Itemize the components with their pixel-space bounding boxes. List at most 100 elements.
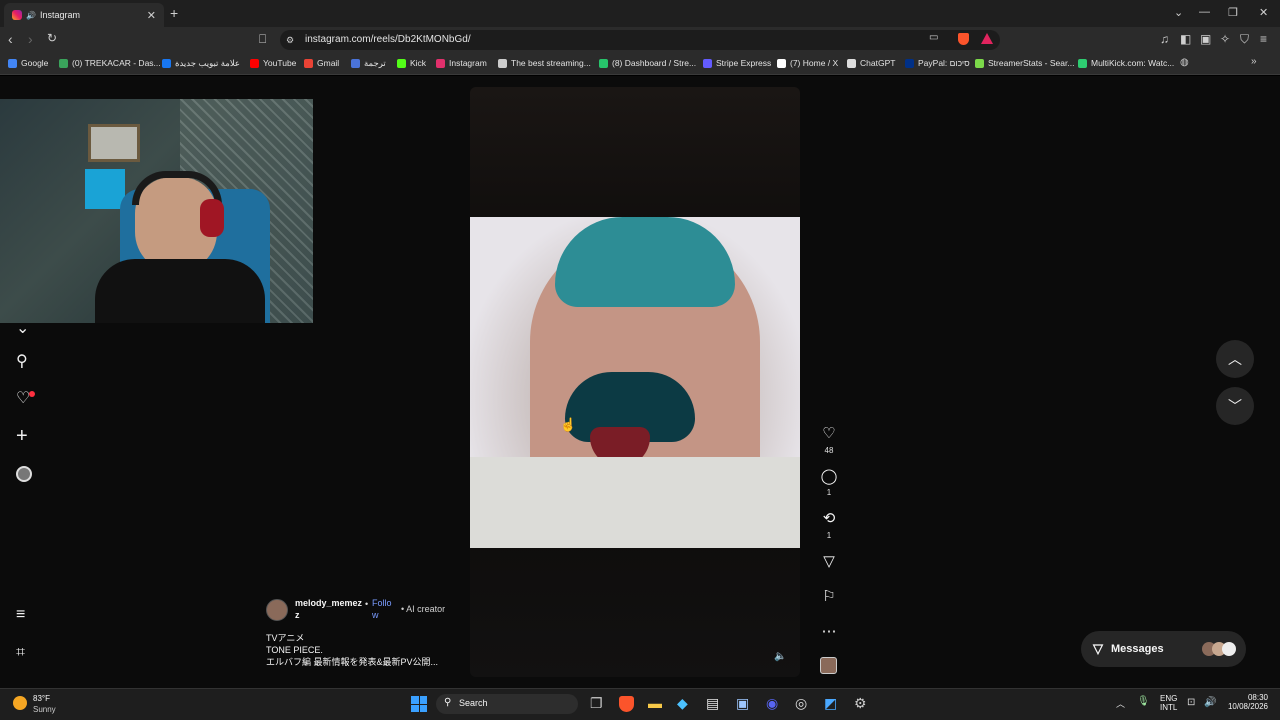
network-icon[interactable]: ⊡ (1187, 697, 1195, 708)
nav-partial-icon[interactable]: ⌄ (16, 318, 29, 338)
bookmark-item[interactable]: YouTube (250, 58, 296, 68)
globe-icon[interactable]: ◍ (1180, 57, 1189, 68)
media-icon[interactable]: ♫ (1160, 32, 1169, 46)
bookmark-label: Google (21, 58, 49, 68)
creator-username-tail[interactable]: z (295, 610, 300, 620)
wallet-icon[interactable]: ▣ (1200, 32, 1211, 46)
vpn-icon[interactable]: ⛉ (1240, 32, 1249, 47)
start-windows-icon[interactable] (411, 696, 427, 712)
tray-overflow-icon[interactable]: ︿ (1116, 697, 1125, 710)
bookmark-item[interactable]: Stripe Express (703, 58, 771, 68)
brave-taskbar-icon[interactable] (619, 696, 634, 712)
forward-icon[interactable]: › (28, 31, 33, 47)
follow-button[interactable]: Follo (372, 598, 392, 608)
comment-icon[interactable]: ◯ (818, 467, 840, 485)
store-icon[interactable]: ▤ (706, 695, 719, 712)
brave-shield-icon[interactable] (958, 33, 969, 45)
search-icon[interactable]: ⚲ (16, 351, 28, 371)
close-window-button[interactable]: ✕ (1259, 6, 1268, 19)
bookmark-favicon-icon (250, 58, 259, 68)
url-text[interactable]: instagram.com/reels/Db2KtMONbGd/ (305, 34, 471, 45)
create-icon[interactable]: + (16, 425, 28, 448)
previous-reel-button[interactable]: ︿ (1216, 340, 1254, 378)
notifications-heart-icon[interactable]: ♡ (16, 388, 30, 408)
bookmark-item[interactable]: Gmail (304, 58, 339, 68)
caption-line: TONE PIECE. (266, 645, 323, 655)
bookmark-favicon-icon (847, 58, 856, 68)
separator-dot: • (365, 599, 369, 609)
tab-close-icon[interactable]: ✕ (147, 9, 156, 22)
bookmark-item[interactable]: StreamerStats - Sear... (975, 58, 1074, 68)
site-info-icon[interactable]: ⚙ (286, 35, 294, 46)
tab-instagram[interactable]: 🔊 Instagram ✕ (4, 3, 164, 27)
bookmark-item[interactable]: (0) TREKACAR - Das... (59, 58, 161, 68)
chevron-down-icon: ﹀ (1228, 398, 1242, 414)
app-icon[interactable]: ▣ (736, 695, 749, 712)
creator-avatar[interactable] (266, 599, 288, 621)
follow-button-tail[interactable]: w (372, 610, 379, 620)
share-icon[interactable]: ▽ (818, 552, 840, 570)
minimize-button[interactable]: — (1199, 6, 1210, 18)
new-tab-button[interactable]: + (170, 5, 178, 21)
back-icon[interactable]: ‹ (8, 31, 13, 47)
language-indicator[interactable]: ENG INTL (1160, 694, 1177, 712)
also-from-meta-icon[interactable]: ⌗ (16, 644, 25, 662)
reload-icon[interactable]: ↻ (47, 31, 57, 45)
volume-icon[interactable]: 🔈 (774, 651, 786, 662)
weather-sun-icon[interactable] (13, 696, 27, 710)
file-explorer-icon[interactable]: ▬ (648, 695, 662, 711)
bookmark-label: PayPal: סיכום (918, 58, 970, 68)
task-view-icon[interactable]: ❐ (590, 695, 603, 712)
settings-gear-icon[interactable]: ⚙ (854, 695, 867, 712)
reel-video-frame[interactable] (470, 217, 800, 548)
bookmark-label: Gmail (317, 58, 340, 68)
volume-tray-icon[interactable]: 🔊 (1204, 697, 1216, 708)
clock[interactable]: 08:30 10/08/2026 (1226, 693, 1268, 711)
bookmark-item[interactable]: Instagram (436, 58, 487, 68)
repost-icon[interactable]: ⟲ (818, 509, 840, 527)
bookmark-item[interactable]: ChatGPT (847, 58, 895, 68)
bookmark-item[interactable]: (8) Dashboard / Stre... (599, 58, 696, 68)
bookmark-item[interactable]: علامة تبويب جديدة (162, 58, 240, 69)
chrome-icon[interactable]: ◎ (795, 695, 807, 712)
bookmark-item[interactable]: ترجمة (351, 58, 386, 69)
bookmark-item[interactable]: PayPal: סיכום (905, 58, 970, 68)
sidebar-icon[interactable]: ◧ (1180, 32, 1191, 46)
bookmark-item[interactable]: MultiKick.com: Watc... (1078, 58, 1174, 68)
menu-icon[interactable]: ≡ (1260, 32, 1267, 46)
like-heart-icon[interactable]: ♡ (818, 424, 840, 442)
tab-search-icon[interactable]: ⌄ (1174, 6, 1183, 19)
discord-icon[interactable]: ◉ (766, 695, 778, 712)
save-bookmark-icon[interactable]: ⚐ (818, 587, 840, 605)
microphone-icon[interactable]: 🎙 (1137, 696, 1150, 707)
cast-icon[interactable]: ▭ (929, 32, 938, 43)
weather-desc[interactable]: Sunny (33, 705, 56, 714)
bookmark-label: ترجمة (364, 58, 386, 68)
brave-rewards-icon[interactable] (981, 33, 993, 44)
bookmark-item[interactable]: (7) Home / X (777, 58, 838, 68)
taskbar-search-box[interactable] (436, 694, 578, 714)
caption[interactable]: TVアニメ TONE PIECE. エルバフ編 最新情報を発表&最新PV公開..… (266, 632, 438, 668)
creator-username[interactable]: melody_memez (295, 598, 362, 608)
wall-picture (88, 124, 140, 162)
office-icon[interactable]: ◆ (677, 695, 688, 712)
more-bookmarks-icon[interactable]: » (1251, 56, 1257, 67)
bookmark-page-icon[interactable]: ⎕ (259, 32, 266, 47)
audio-avatar[interactable] (820, 657, 837, 674)
bookmark-item[interactable]: The best streaming... (498, 58, 591, 68)
maximize-button[interactable]: ❐ (1228, 6, 1238, 19)
chevron-up-icon: ︿ (1228, 351, 1242, 367)
bookmark-label: StreamerStats - Sear... (988, 58, 1075, 68)
leo-ai-icon[interactable]: ✧ (1220, 32, 1230, 46)
editor-icon[interactable]: ◩ (824, 695, 837, 712)
bookmark-favicon-icon (975, 58, 984, 68)
taskbar-search-placeholder: Search (459, 698, 488, 708)
more-options-icon[interactable]: ⋯ (818, 622, 840, 640)
weather-temp[interactable]: 83°F (33, 694, 50, 703)
bookmark-item[interactable]: Google (8, 58, 48, 68)
more-menu-icon[interactable]: ≡ (16, 606, 25, 624)
bookmark-item[interactable]: Kick (397, 58, 426, 68)
profile-avatar[interactable] (16, 466, 32, 482)
messages-button[interactable]: ▽ Messages (1081, 631, 1246, 667)
next-reel-button[interactable]: ﹀ (1216, 387, 1254, 425)
